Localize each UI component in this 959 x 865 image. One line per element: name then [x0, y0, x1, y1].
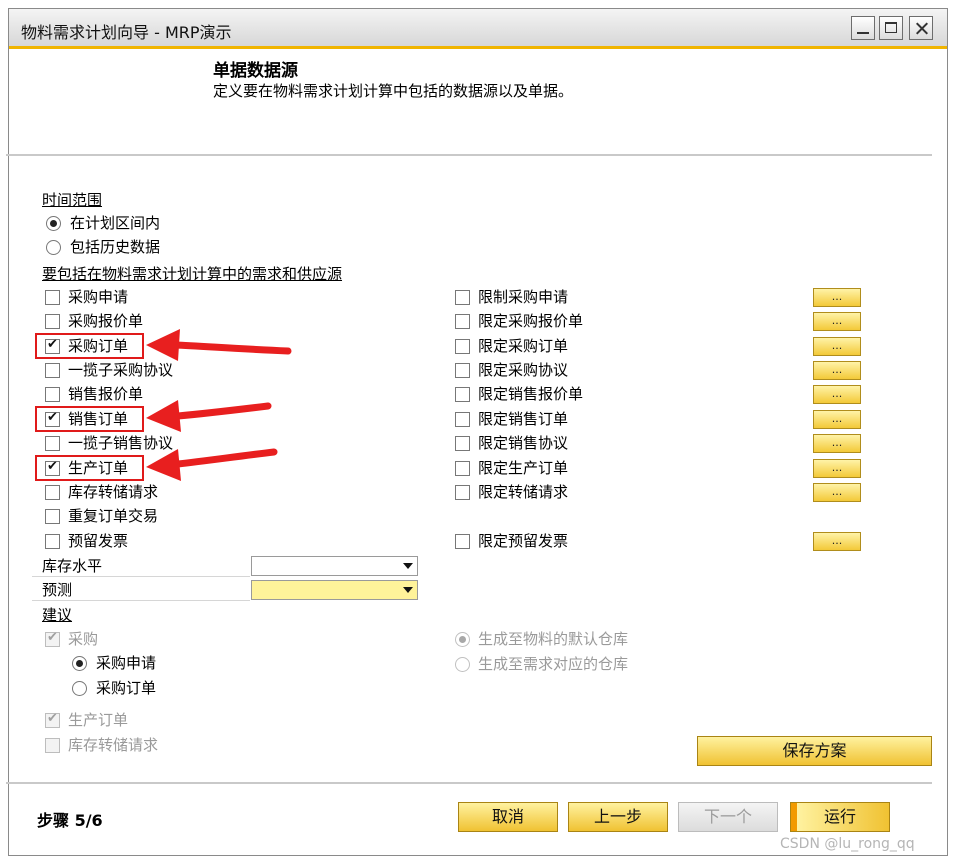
arrow-icon — [146, 400, 272, 432]
arrow-icon — [146, 448, 278, 481]
arrow-icon — [146, 329, 292, 361]
annotation-arrows — [146, 329, 292, 481]
watermark: CSDN @lu_rong_qq — [780, 836, 915, 852]
